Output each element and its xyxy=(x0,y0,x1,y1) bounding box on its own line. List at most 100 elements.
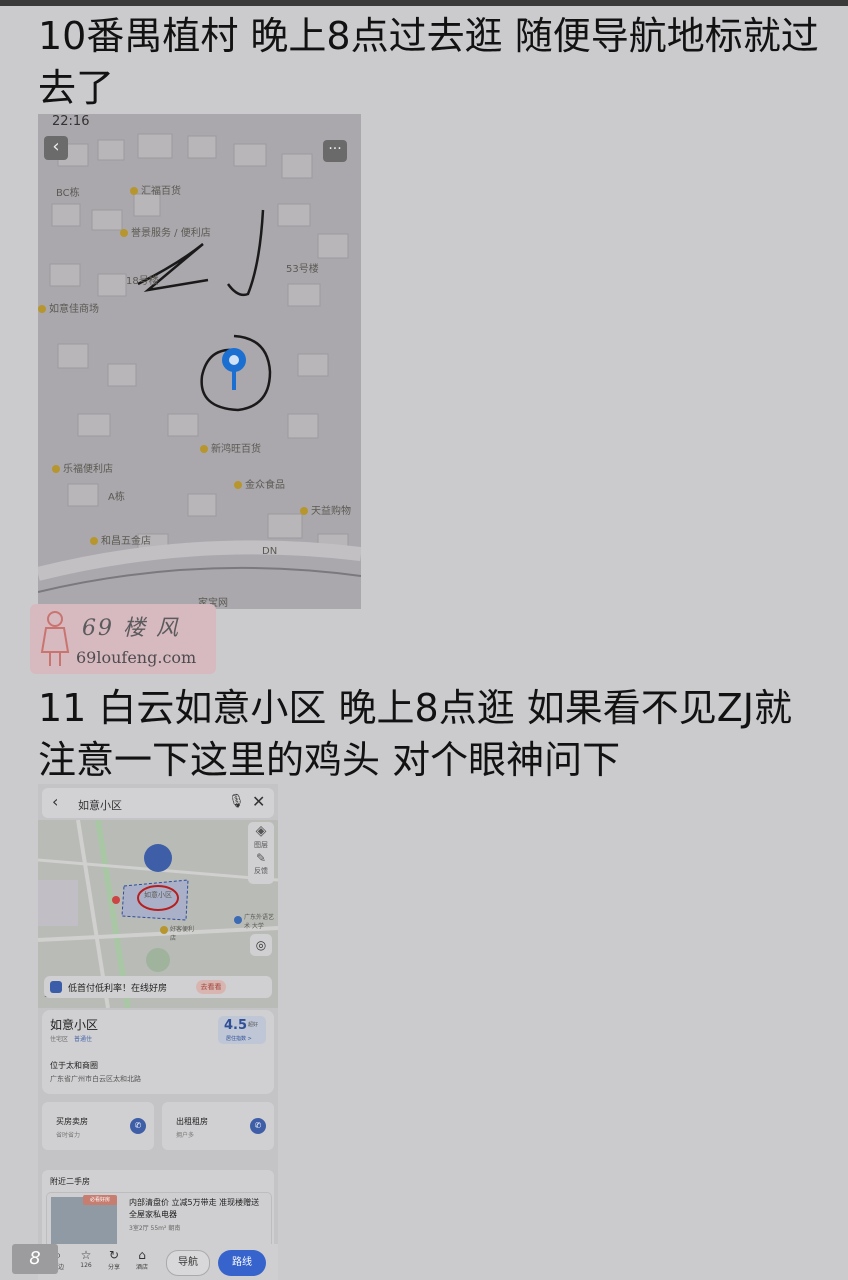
poi-label[interactable]: 和昌五金店 xyxy=(90,532,151,547)
location-pin-stem xyxy=(232,370,236,390)
building xyxy=(49,263,81,287)
site-watermark: 69 楼 风 69loufeng.com xyxy=(30,604,216,674)
rent-card[interactable]: 出租租房 拥户多 ✆ xyxy=(162,1102,274,1150)
service-sub: 省时省力 xyxy=(56,1132,81,1139)
building xyxy=(281,153,313,179)
route-button[interactable]: 路线 xyxy=(218,1250,266,1276)
poi-label[interactable]: 乐福便利店 xyxy=(52,460,113,475)
share-icon: ↻ xyxy=(108,1248,120,1262)
hotel-action[interactable]: ⌂ 酒店 xyxy=(130,1248,154,1271)
place-name: 如意小区 xyxy=(50,1018,99,1032)
building xyxy=(233,143,267,167)
item-10-text: 10番禺植村 晚上8点过去逛 随便导航地标就过去了 xyxy=(38,14,819,110)
building xyxy=(187,493,217,517)
service-sub: 拥户多 xyxy=(176,1132,195,1139)
search-bar[interactable]: ‹ 如意小区 🎙 ✕ xyxy=(42,788,274,818)
poi-icon xyxy=(90,537,98,545)
place-marker-label[interactable]: 如意小区 xyxy=(144,890,172,900)
close-icon[interactable]: ✕ xyxy=(252,792,265,811)
tag-2: 普通住 xyxy=(74,1036,93,1043)
layers-icon[interactable]: ◈ xyxy=(248,822,274,840)
place-card[interactable]: 如意小区 住宅区 普通住 4.5 超好 居住指数 > 位于太和商圈 广东省广州市白… xyxy=(42,1010,274,1094)
map-label: 好客便利 店 xyxy=(170,926,195,942)
edit-icon[interactable]: ✎ xyxy=(248,850,274,866)
microphone-icon[interactable]: 🎙 xyxy=(228,794,245,809)
building xyxy=(277,203,311,227)
star-icon: ☆ xyxy=(80,1248,92,1262)
favorite-action[interactable]: ☆ 126 xyxy=(74,1248,98,1269)
building xyxy=(267,513,303,539)
map-1-graphic xyxy=(38,114,361,609)
banner-button[interactable]: 去看看 xyxy=(196,980,226,994)
building xyxy=(77,413,111,437)
building xyxy=(51,203,81,227)
ad-banner[interactable]: 低首付低利率！在线好房 去看看 xyxy=(44,976,272,998)
poi-label[interactable]: 如意佳商场 xyxy=(38,300,99,315)
poi-icon xyxy=(234,481,242,489)
phone-icon[interactable]: ✆ xyxy=(130,1118,146,1134)
poi-label: 53号楼 xyxy=(286,264,319,275)
back-button[interactable]: ‹ xyxy=(44,136,68,160)
score-unit: 超好 xyxy=(248,1022,259,1028)
nearby-header: 附近二手房 xyxy=(50,1177,90,1186)
item-11-text: 11 白云如意小区 晚上8点逛 如果看不见ZJ就注意一下这里的鸡头 对个眼神问下 xyxy=(38,686,793,782)
business-area: 位于太和商圈 xyxy=(50,1061,98,1070)
poi-label[interactable]: 金众食品 xyxy=(234,476,285,491)
more-button[interactable]: ··· xyxy=(323,140,347,162)
bottom-action-bar: ⌕周边 ☆126 ↻分享 ⌂酒店 导航 路线 xyxy=(38,1244,278,1280)
poi-icon xyxy=(120,229,128,237)
map-tools[interactable]: ◈ 图层 ✎ 反馈 xyxy=(248,822,274,884)
map-screenshot-1[interactable]: 22:16 ‹ ··· BC栋 汇福百货 誉景服务 / 便利店 18号楼 53号… xyxy=(38,114,361,609)
building xyxy=(287,413,319,439)
phone-icon[interactable]: ✆ xyxy=(250,1118,266,1134)
poi-label: 18号楼 xyxy=(126,276,159,287)
status-time: 22:16 xyxy=(52,114,90,129)
building xyxy=(297,353,329,377)
poi-label[interactable]: 天益购物 xyxy=(300,502,351,517)
watermark-url: 69loufeng.com xyxy=(76,648,197,667)
layers-label: 图层 xyxy=(254,841,268,849)
locate-button[interactable]: ◎ xyxy=(250,934,272,956)
park-area xyxy=(146,948,170,972)
poi-icon xyxy=(130,187,138,195)
poi-label[interactable]: 誉景服务 / 便利店 xyxy=(120,224,211,239)
search-input[interactable]: 如意小区 xyxy=(78,797,122,813)
poi-label[interactable]: 新鸿旺百货 xyxy=(200,440,261,455)
poi-icon xyxy=(300,507,308,515)
living-index-badge[interactable]: 4.5 超好 居住指数 > xyxy=(218,1016,266,1044)
tag-1: 住宅区 xyxy=(50,1036,69,1043)
navigate-button[interactable]: 导航 xyxy=(166,1250,210,1276)
poi-icon xyxy=(52,465,60,473)
building xyxy=(167,413,199,437)
service-title: 买房卖房 xyxy=(56,1117,88,1126)
poi-label[interactable]: 汇福百货 xyxy=(130,182,181,197)
building xyxy=(97,273,127,297)
listing-item[interactable]: 必看好房 内部清盘价 立减5万带走 准现楼赠送全屋家私电器 3室2厅 55m² … xyxy=(46,1192,272,1250)
building xyxy=(97,139,125,161)
page-number-badge: 8 xyxy=(12,1244,58,1274)
building xyxy=(91,209,123,231)
building xyxy=(317,233,349,259)
action-label: 酒店 xyxy=(135,1264,148,1271)
listing-badge: 必看好房 xyxy=(83,1195,117,1205)
building xyxy=(187,135,217,159)
map-screenshot-2[interactable]: ‹ 如意小区 🎙 ✕ 如意小区 广东外语艺术 大学 好客便利 店 100米 ◈ … xyxy=(38,784,278,1280)
building xyxy=(137,133,173,159)
action-label: 126 xyxy=(80,1262,92,1269)
building xyxy=(287,283,321,307)
feedback-label: 反馈 xyxy=(254,867,268,875)
service-row: 买房卖房 省时省力 ✆ 出租租房 拥户多 ✆ xyxy=(42,1102,274,1150)
building xyxy=(133,193,161,217)
poi-label: DN xyxy=(262,546,278,557)
place-tags: 住宅区 普通住 xyxy=(50,1034,92,1043)
buy-sell-card[interactable]: 买房卖房 省时省力 ✆ xyxy=(42,1102,154,1150)
status-bar-strip xyxy=(0,0,848,6)
share-action[interactable]: ↻ 分享 xyxy=(102,1248,126,1271)
back-icon[interactable]: ‹ xyxy=(52,792,58,811)
poi-marker xyxy=(112,896,120,904)
figure-icon xyxy=(40,611,70,666)
location-pin-dot xyxy=(229,355,239,365)
watermark-logo-text: 69 楼 风 xyxy=(82,616,180,641)
listing-title: 内部清盘价 立减5万带走 准现楼赠送全屋家私电器 xyxy=(129,1198,260,1219)
score-label: 居住指数 > xyxy=(226,1036,252,1042)
